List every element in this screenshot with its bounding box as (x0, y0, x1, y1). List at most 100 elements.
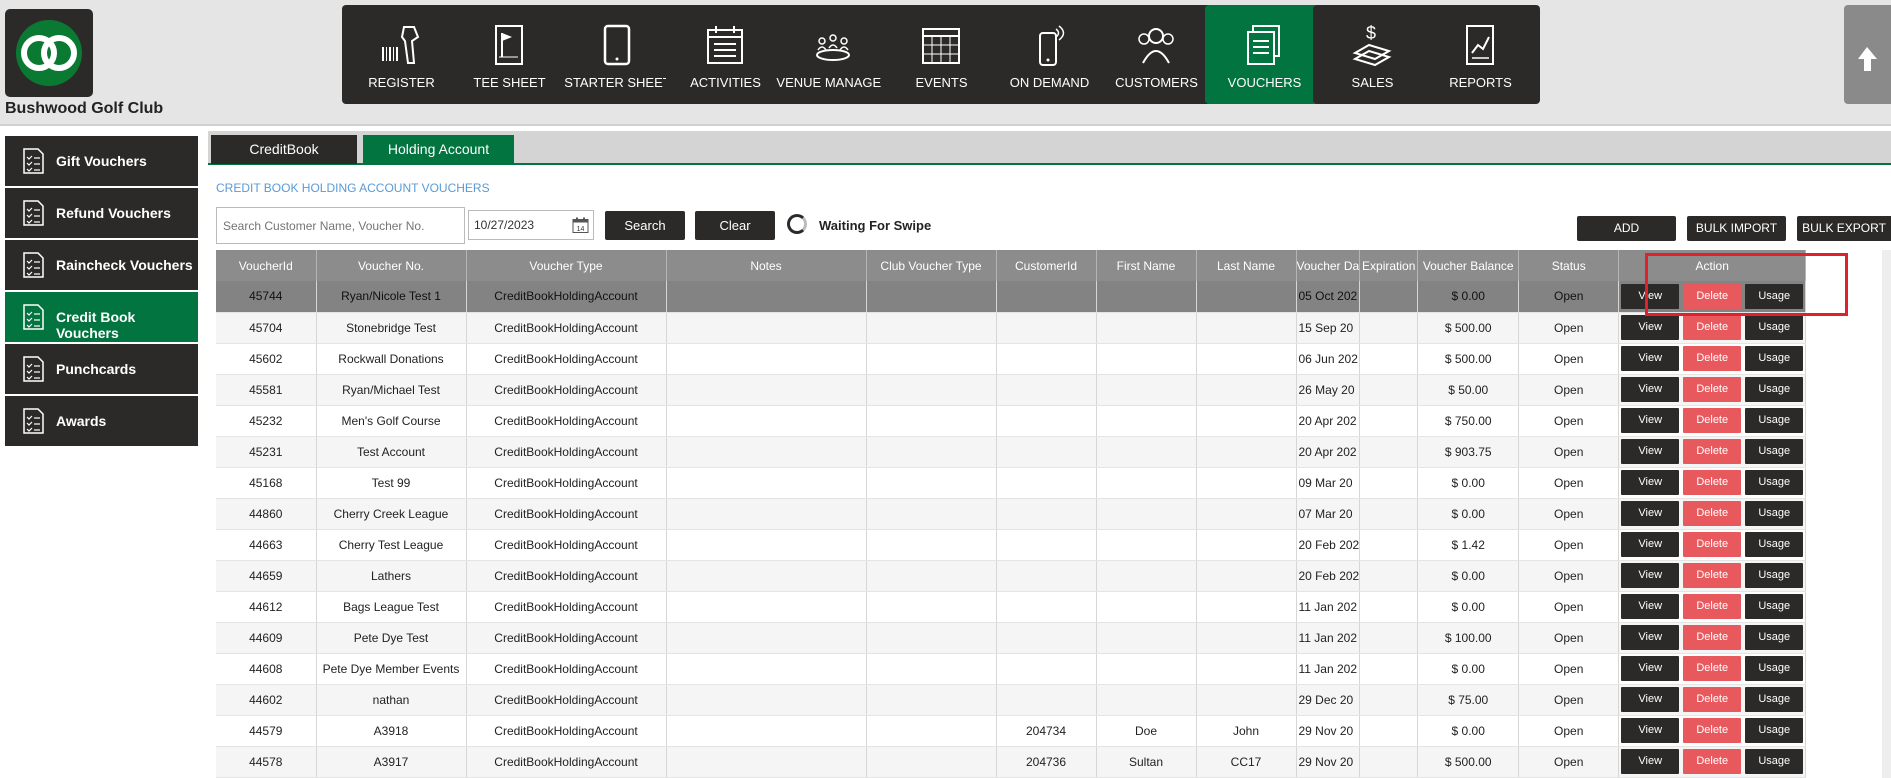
add-button[interactable]: ADD (1577, 216, 1676, 241)
column-header[interactable]: Voucher Da (1296, 250, 1361, 281)
search-input[interactable] (216, 207, 465, 244)
table-row[interactable]: 45744 Ryan/Nicole Test 1 CreditBookHolding… (216, 281, 1807, 313)
delete-button[interactable]: Delete (1683, 346, 1742, 371)
table-row[interactable]: 44579 A3918 CreditBookHoldingAccount 204734… (216, 715, 1807, 747)
view-button[interactable]: View (1621, 315, 1680, 340)
column-header[interactable]: Last Name (1196, 250, 1297, 281)
bulk-export-button[interactable]: BULK EXPORT (1797, 216, 1891, 241)
table-row[interactable]: 44602 nathan CreditBookHoldingAccount 29 De… (216, 684, 1807, 716)
table-row[interactable]: 44663 Cherry Test League CreditBookHolding… (216, 529, 1807, 561)
table-row[interactable]: 45704 Stonebridge Test CreditBookHoldingAc… (216, 312, 1807, 344)
delete-button[interactable]: Delete (1683, 749, 1742, 774)
delete-button[interactable]: Delete (1683, 625, 1742, 650)
usage-button[interactable]: Usage (1745, 470, 1804, 495)
usage-button[interactable]: Usage (1745, 283, 1804, 309)
delete-button[interactable]: Delete (1683, 283, 1742, 309)
view-button[interactable]: View (1621, 408, 1680, 433)
view-button[interactable]: View (1621, 687, 1680, 712)
delete-button[interactable]: Delete (1683, 594, 1742, 619)
usage-button[interactable]: Usage (1745, 625, 1804, 650)
vertical-scrollbar[interactable] (1882, 250, 1891, 778)
nav-venue-manager-button[interactable]: VENUE MANAGER (774, 5, 893, 104)
usage-button[interactable]: Usage (1745, 563, 1804, 588)
delete-button[interactable]: Delete (1683, 439, 1742, 464)
usage-button[interactable]: Usage (1745, 501, 1804, 526)
usage-button[interactable]: Usage (1745, 377, 1804, 402)
tab-creditbook[interactable]: CreditBook (211, 135, 357, 164)
column-header[interactable]: Notes (666, 250, 867, 281)
usage-button[interactable]: Usage (1745, 439, 1804, 464)
view-button[interactable]: View (1621, 749, 1680, 774)
table-row[interactable]: 45602 Rockwall Donations CreditBookHolding… (216, 343, 1807, 375)
view-button[interactable]: View (1621, 470, 1680, 495)
column-header[interactable]: Voucher Balance (1417, 250, 1520, 281)
nav-activities-button[interactable]: ACTIVITIES (666, 5, 785, 104)
nav-events-button[interactable]: EVENTS (882, 5, 1001, 104)
scroll-up-button[interactable] (1844, 5, 1891, 104)
sidebar-item-gift-vouchers[interactable]: Gift Vouchers (5, 136, 198, 186)
delete-button[interactable]: Delete (1683, 315, 1742, 340)
usage-button[interactable]: Usage (1745, 346, 1804, 371)
table-row[interactable]: 45232 Men's Golf Course CreditBookHoldingA… (216, 405, 1807, 437)
delete-button[interactable]: Delete (1683, 470, 1742, 495)
delete-button[interactable]: Delete (1683, 656, 1742, 681)
column-header[interactable]: Voucher Type (466, 250, 667, 281)
column-header[interactable]: CustomerId (996, 250, 1097, 281)
nav-vouchers-button[interactable]: VOUCHERS (1205, 5, 1324, 104)
usage-button[interactable]: Usage (1745, 656, 1804, 681)
view-button[interactable]: View (1621, 283, 1680, 309)
delete-button[interactable]: Delete (1683, 501, 1742, 526)
column-header[interactable]: Action (1618, 250, 1807, 281)
sidebar-item-awards[interactable]: Awards (5, 396, 198, 446)
delete-button[interactable]: Delete (1683, 408, 1742, 433)
usage-button[interactable]: Usage (1745, 594, 1804, 619)
usage-button[interactable]: Usage (1745, 315, 1804, 340)
delete-button[interactable]: Delete (1683, 563, 1742, 588)
table-row[interactable]: 45168 Test 99 CreditBookHoldingAccount 09 M… (216, 467, 1807, 499)
table-row[interactable]: 44659 Lathers CreditBookHoldingAccount 20 F… (216, 560, 1807, 592)
nav-on-demand-button[interactable]: ON DEMAND (990, 5, 1109, 104)
column-header[interactable]: Club Voucher Type (866, 250, 997, 281)
bulk-import-button[interactable]: BULK IMPORT (1687, 216, 1786, 241)
table-row[interactable]: 45581 Ryan/Michael Test CreditBookHoldingA… (216, 374, 1807, 406)
sidebar-item-raincheck-vouchers[interactable]: Raincheck Vouchers (5, 240, 198, 290)
delete-button[interactable]: Delete (1683, 532, 1742, 557)
table-row[interactable]: 44609 Pete Dye Test CreditBookHoldingAccou… (216, 622, 1807, 654)
view-button[interactable]: View (1621, 377, 1680, 402)
sidebar-item-refund-vouchers[interactable]: Refund Vouchers (5, 188, 198, 238)
table-row[interactable]: 45231 Test Account CreditBookHoldingAccoun… (216, 436, 1807, 468)
delete-button[interactable]: Delete (1683, 718, 1742, 743)
sidebar-item-credit-book-vouchers[interactable]: Credit Book Vouchers (5, 292, 198, 342)
table-row[interactable]: 44612 Bags League Test CreditBookHoldingAc… (216, 591, 1807, 623)
sidebar-item-punchcards[interactable]: Punchcards (5, 344, 198, 394)
usage-button[interactable]: Usage (1745, 749, 1804, 774)
view-button[interactable]: View (1621, 532, 1680, 557)
view-button[interactable]: View (1621, 501, 1680, 526)
date-field[interactable]: 10/27/2023 14 (468, 210, 594, 240)
view-button[interactable]: View (1621, 625, 1680, 650)
table-row[interactable]: 44860 Cherry Creek League CreditBookHoldin… (216, 498, 1807, 530)
usage-button[interactable]: Usage (1745, 687, 1804, 712)
column-header[interactable]: VoucherId (216, 250, 317, 281)
column-header[interactable]: Voucher No. (316, 250, 467, 281)
view-button[interactable]: View (1621, 439, 1680, 464)
usage-button[interactable]: Usage (1745, 718, 1804, 743)
table-row[interactable]: 44578 A3917 CreditBookHoldingAccount 204736… (216, 746, 1807, 778)
view-button[interactable]: View (1621, 656, 1680, 681)
nav-sales-button[interactable]: $ SALES (1313, 5, 1432, 104)
column-header[interactable]: Expiration (1359, 250, 1419, 281)
column-header[interactable]: First Name (1096, 250, 1197, 281)
delete-button[interactable]: Delete (1683, 377, 1742, 402)
usage-button[interactable]: Usage (1745, 408, 1804, 433)
view-button[interactable]: View (1621, 563, 1680, 588)
usage-button[interactable]: Usage (1745, 532, 1804, 557)
nav-starter-sheet-button[interactable]: STARTER SHEET (558, 5, 677, 104)
view-button[interactable]: View (1621, 346, 1680, 371)
view-button[interactable]: View (1621, 718, 1680, 743)
column-header[interactable]: Status (1518, 250, 1620, 281)
tab-holding-account[interactable]: Holding Account (363, 135, 514, 164)
search-button[interactable]: Search (605, 211, 685, 240)
nav-tee-sheet-button[interactable]: TEE SHEET (450, 5, 569, 104)
calendar-icon[interactable]: 14 (572, 217, 589, 234)
table-row[interactable]: 44608 Pete Dye Member Events CreditBookHol… (216, 653, 1807, 685)
